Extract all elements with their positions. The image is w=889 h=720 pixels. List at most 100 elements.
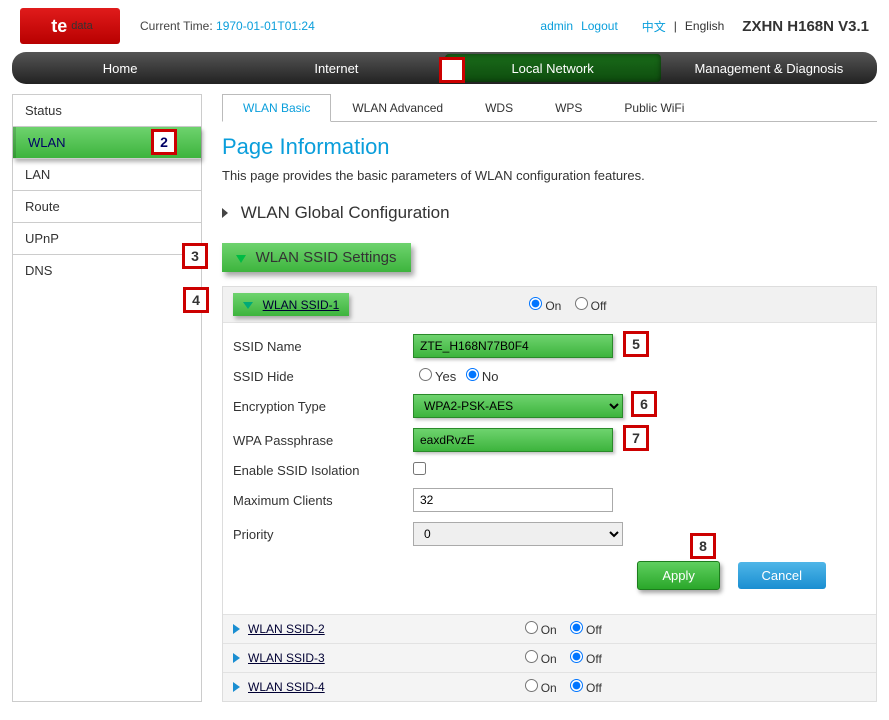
ssid-hide-yes-radio[interactable] xyxy=(419,368,432,381)
section-global-config[interactable]: WLAN Global Configuration xyxy=(222,203,877,223)
current-time-value: 1970-01-01T01:24 xyxy=(216,19,315,33)
ssid2-row[interactable]: WLAN SSID-2 On Off xyxy=(223,614,876,643)
ssid3-onoff: On Off xyxy=(515,650,602,666)
current-time: Current Time: 1970-01-01T01:24 xyxy=(140,19,315,33)
sidebar-status[interactable]: Status xyxy=(13,95,201,127)
tab-public-wifi[interactable]: Public WiFi xyxy=(603,94,705,121)
ssid2-on-radio[interactable] xyxy=(525,621,538,634)
encryption-label: Encryption Type xyxy=(233,399,413,414)
page-desc: This page provides the basic parameters … xyxy=(222,168,877,183)
current-time-label: Current Time: xyxy=(140,19,213,33)
ssid4-on-radio[interactable] xyxy=(525,679,538,692)
logout-link[interactable]: Logout xyxy=(581,19,618,33)
sidebar-upnp[interactable]: UPnP xyxy=(13,223,201,255)
nav-internet[interactable]: Internet xyxy=(228,52,444,84)
ssid1-header: 4 WLAN SSID-1 On Off xyxy=(223,287,876,323)
subtabs: WLAN Basic WLAN Advanced WDS WPS Public … xyxy=(222,94,877,122)
callout-8: 8 xyxy=(690,533,716,559)
sidebar-dns[interactable]: DNS xyxy=(13,255,201,286)
tab-wds[interactable]: WDS xyxy=(464,94,534,121)
sidebar: Status WLAN 2 LAN Route UPnP DNS xyxy=(12,94,202,702)
ssid4-onoff: On Off xyxy=(515,679,602,695)
ssid2-link: WLAN SSID-2 xyxy=(248,622,325,636)
tab-wlan-basic[interactable]: WLAN Basic xyxy=(222,94,331,122)
ssid4-off-radio[interactable] xyxy=(570,679,583,692)
chevron-right-icon xyxy=(233,624,240,634)
ssid1-link: WLAN SSID-1 xyxy=(263,298,340,312)
user-link[interactable]: admin xyxy=(540,19,573,33)
ssid1-on-radio[interactable] xyxy=(529,297,542,310)
sidebar-route[interactable]: Route xyxy=(13,191,201,223)
header-right: admin Logout 中文 | English ZXHN H168N V3.… xyxy=(540,18,869,35)
nav-local-network[interactable]: Local Network 1 xyxy=(445,54,661,82)
ssid-hide-no[interactable]: No xyxy=(460,369,499,384)
ssid1-link-badge[interactable]: WLAN SSID-1 xyxy=(233,293,349,316)
callout-7: 7 xyxy=(623,425,649,451)
sidebar-wlan[interactable]: WLAN 2 xyxy=(13,127,201,159)
ssid1-on[interactable]: On xyxy=(519,299,561,313)
section-global-label: WLAN Global Configuration xyxy=(241,203,450,222)
passphrase-input[interactable] xyxy=(413,428,613,452)
ssid-hide-label: SSID Hide xyxy=(233,369,413,384)
chevron-right-icon xyxy=(222,208,228,218)
ssid3-link: WLAN SSID-3 xyxy=(248,651,325,665)
chevron-down-icon xyxy=(243,302,253,309)
sidebar-lan[interactable]: LAN xyxy=(13,159,201,191)
ssid1-off-radio[interactable] xyxy=(575,297,588,310)
ssid-hide-yes[interactable]: Yes xyxy=(413,369,456,384)
priority-select[interactable]: 0 xyxy=(413,522,623,546)
content: WLAN Basic WLAN Advanced WDS WPS Public … xyxy=(202,94,877,702)
nav-mgmt-diag[interactable]: Management & Diagnosis xyxy=(661,52,877,84)
chevron-down-icon xyxy=(236,255,246,263)
ssid-hide-group: Yes No xyxy=(413,368,498,384)
callout-2: 2 xyxy=(151,129,177,155)
section-ssid-label: WLAN SSID Settings xyxy=(256,249,397,266)
lang-cn-link[interactable]: 中文 xyxy=(642,18,666,35)
encryption-select[interactable]: WPA2-PSK-AES xyxy=(413,394,623,418)
ssid-name-label: SSID Name xyxy=(233,339,413,354)
section-ssid-settings[interactable]: WLAN SSID Settings xyxy=(222,243,411,272)
tab-wps[interactable]: WPS xyxy=(534,94,603,121)
device-model: ZXHN H168N V3.1 xyxy=(742,18,869,35)
page-title: Page Information xyxy=(222,134,877,160)
brand-logo: tedata xyxy=(20,8,120,44)
cancel-button[interactable]: Cancel xyxy=(738,562,826,589)
isolation-checkbox[interactable] xyxy=(413,462,426,475)
max-clients-label: Maximum Clients xyxy=(233,493,413,508)
ssid3-row[interactable]: WLAN SSID-3 On Off xyxy=(223,643,876,672)
ssid4-row[interactable]: WLAN SSID-4 On Off xyxy=(223,672,876,701)
nav-local-network-label: Local Network xyxy=(511,61,593,76)
ssid1-onoff: On Off xyxy=(519,297,606,313)
ssid1-off[interactable]: Off xyxy=(565,299,607,313)
header-bar: tedata Current Time: 1970-01-01T01:24 ad… xyxy=(0,0,889,48)
brand-suffix: data xyxy=(71,20,92,32)
ssid3-off-radio[interactable] xyxy=(570,650,583,663)
max-clients-input[interactable] xyxy=(413,488,613,512)
nav-home[interactable]: Home xyxy=(12,52,228,84)
callout-6: 6 xyxy=(631,391,657,417)
button-row: 8 Apply Cancel xyxy=(233,551,866,604)
brand-prefix: te xyxy=(51,16,67,37)
ssid1-form: SSID Name 5 SSID Hide Yes No Encryption … xyxy=(223,323,876,614)
passphrase-label: WPA Passphrase xyxy=(233,433,413,448)
apply-button[interactable]: Apply xyxy=(637,561,720,590)
ssid-hide-no-radio[interactable] xyxy=(466,368,479,381)
ssid4-link: WLAN SSID-4 xyxy=(248,680,325,694)
sidebar-wlan-label: WLAN xyxy=(28,135,66,150)
tab-wlan-advanced[interactable]: WLAN Advanced xyxy=(331,94,464,121)
isolation-label: Enable SSID Isolation xyxy=(233,463,413,478)
lang-sep: | xyxy=(674,19,677,33)
ssid2-onoff: On Off xyxy=(515,621,602,637)
callout-5: 5 xyxy=(623,331,649,357)
priority-label: Priority xyxy=(233,527,413,542)
callout-3: 3 xyxy=(182,243,208,269)
ssid-name-input[interactable] xyxy=(413,334,613,358)
ssid3-on-radio[interactable] xyxy=(525,650,538,663)
ssid-panel: 4 WLAN SSID-1 On Off SSID Name 5 xyxy=(222,286,877,702)
callout-1: 1 xyxy=(439,57,465,83)
main-nav: Home Internet Local Network 1 Management… xyxy=(12,52,877,84)
chevron-right-icon xyxy=(233,653,240,663)
chevron-right-icon xyxy=(233,682,240,692)
ssid2-off-radio[interactable] xyxy=(570,621,583,634)
callout-4: 4 xyxy=(183,287,209,313)
